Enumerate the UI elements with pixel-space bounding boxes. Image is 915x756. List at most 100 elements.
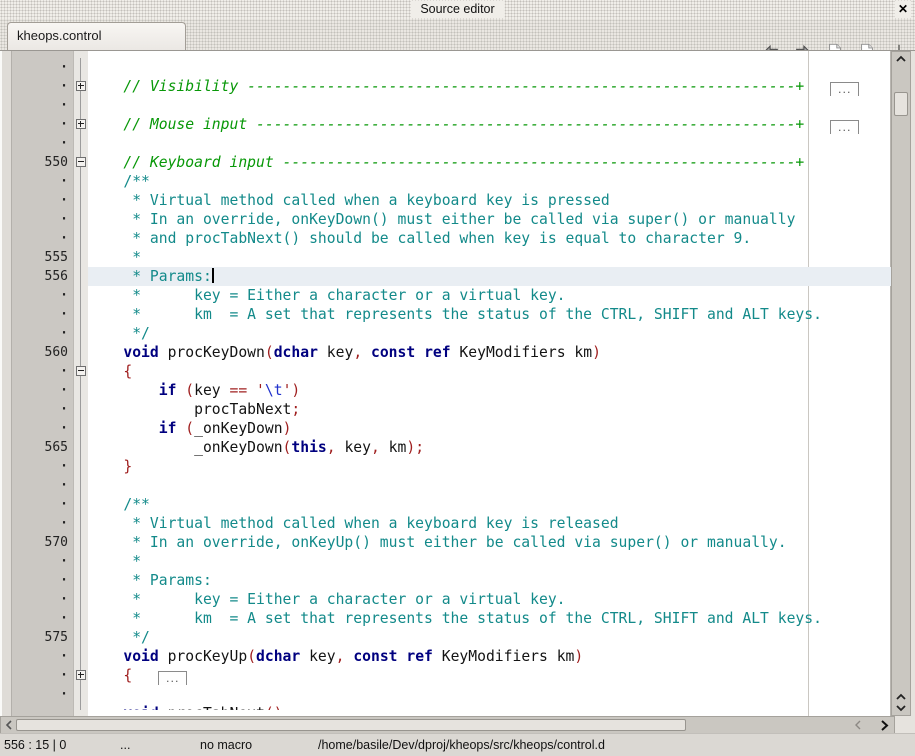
fold-toggle-minus[interactable] bbox=[76, 366, 86, 376]
code-line[interactable]: · } bbox=[12, 457, 891, 476]
code-line[interactable]: · * key = Either a character or a virtua… bbox=[12, 286, 891, 305]
line-dot: · bbox=[12, 495, 74, 514]
code-line[interactable]: · */ bbox=[12, 324, 891, 343]
fold-gutter bbox=[74, 248, 88, 267]
source-editor-window: Source editor ✕ kheops.control bbox=[0, 0, 915, 756]
line-dot: · bbox=[12, 381, 74, 400]
gutter-change-strip bbox=[2, 51, 12, 716]
fold-gutter bbox=[74, 571, 88, 590]
code-line[interactable]: · bbox=[12, 58, 891, 77]
fold-gutter bbox=[74, 476, 88, 495]
horizontal-scrollbar[interactable] bbox=[0, 716, 895, 734]
code-line[interactable]: · // Mouse input -----------------------… bbox=[12, 115, 891, 134]
file-path: /home/basile/Dev/dproj/kheops/src/kheops… bbox=[318, 737, 605, 753]
code-text: {... bbox=[88, 666, 891, 685]
code-line[interactable]: · {... bbox=[12, 666, 891, 685]
code-line[interactable]: 560 void procKeyDown(dchar key, const re… bbox=[12, 343, 891, 362]
code-text: /** bbox=[88, 172, 891, 191]
code-line[interactable]: · * In an override, onKeyDown() must eit… bbox=[12, 210, 891, 229]
caret-position: 556 : 15 | 0 bbox=[4, 737, 66, 753]
fold-toggle-minus[interactable] bbox=[76, 157, 86, 167]
code-text: * and procTabNext() should be called whe… bbox=[88, 229, 891, 248]
code-line[interactable]: · bbox=[12, 96, 891, 115]
code-text: // Visibility --------------------------… bbox=[88, 77, 891, 96]
scrollbar-corner bbox=[895, 716, 915, 734]
code-line[interactable]: · * key = Either a character or a virtua… bbox=[12, 590, 891, 609]
code-line[interactable]: · * Virtual method called when a keyboar… bbox=[12, 191, 891, 210]
fold-gutter bbox=[74, 533, 88, 552]
code-line[interactable]: · bbox=[12, 685, 891, 704]
folded-code-ellipsis[interactable]: ... bbox=[830, 82, 859, 96]
line-dot: · bbox=[12, 172, 74, 191]
code-text: * Virtual method called when a keyboard … bbox=[88, 191, 891, 210]
code-line[interactable]: · // Visibility ------------------------… bbox=[12, 77, 891, 96]
tab-label: kheops.control bbox=[17, 28, 102, 43]
fold-gutter bbox=[74, 685, 88, 704]
code-line[interactable]: · void procKeyUp(dchar key, const ref Ke… bbox=[12, 647, 891, 666]
code-line[interactable]: · bbox=[12, 476, 891, 495]
line-dot: · bbox=[12, 552, 74, 571]
scroll-right-button[interactable] bbox=[878, 717, 891, 733]
fold-gutter bbox=[74, 229, 88, 248]
horizontal-scrollbar-thumb[interactable] bbox=[16, 719, 686, 731]
code-line[interactable]: · * km = A set that represents the statu… bbox=[12, 609, 891, 628]
code-text: // Keyboard input ----------------------… bbox=[88, 153, 891, 172]
code-line[interactable]: · /** bbox=[12, 495, 891, 514]
code-line[interactable]: 565 _onKeyDown(this, key, km); bbox=[12, 438, 891, 457]
code-line[interactable]: 555 * bbox=[12, 248, 891, 267]
fold-toggle-plus[interactable] bbox=[76, 670, 86, 680]
scroll-down-button[interactable] bbox=[892, 702, 910, 714]
code-text: * Params: bbox=[88, 267, 891, 286]
close-window-button[interactable]: ✕ bbox=[895, 1, 911, 18]
line-dot: · bbox=[12, 590, 74, 609]
code-line[interactable]: · procTabNext; bbox=[12, 400, 891, 419]
code-line[interactable]: · * and procTabNext() should be called w… bbox=[12, 229, 891, 248]
line-number: 570 bbox=[12, 533, 74, 552]
code-line[interactable]: · bbox=[12, 134, 891, 153]
code-text: } bbox=[88, 457, 891, 476]
scroll-left-button-right[interactable] bbox=[851, 717, 864, 733]
code-line[interactable]: · * Params: bbox=[12, 571, 891, 590]
status-bar: 556 : 15 | 0 ... no macro /home/basile/D… bbox=[0, 733, 915, 756]
fold-gutter bbox=[74, 210, 88, 229]
line-dot: · bbox=[12, 514, 74, 533]
folded-code-ellipsis[interactable]: ... bbox=[158, 671, 187, 685]
folded-code-ellipsis[interactable]: ... bbox=[830, 120, 859, 134]
window-title: Source editor bbox=[410, 1, 504, 18]
tab-bar: kheops.control bbox=[0, 19, 915, 50]
code-line[interactable]: · * Virtual method called when a keyboar… bbox=[12, 514, 891, 533]
fold-gutter bbox=[74, 134, 88, 153]
line-number: 560 bbox=[12, 343, 74, 362]
fold-gutter bbox=[74, 324, 88, 343]
code-line[interactable]: · * bbox=[12, 552, 891, 571]
code-line[interactable]: · { bbox=[12, 362, 891, 381]
line-dot: · bbox=[12, 96, 74, 115]
code-line[interactable]: · if (_onKeyDown) bbox=[12, 419, 891, 438]
vertical-scrollbar-thumb[interactable] bbox=[894, 92, 908, 116]
code-line[interactable]: 556 * Params: bbox=[12, 267, 891, 286]
fold-toggle-plus[interactable] bbox=[76, 119, 86, 129]
code-editor[interactable]: ·· // Visibility -----------------------… bbox=[0, 50, 915, 734]
code-line[interactable]: · if (key == '\t') bbox=[12, 381, 891, 400]
code-text bbox=[88, 96, 891, 115]
line-dot: · bbox=[12, 571, 74, 590]
code-line[interactable]: · /** bbox=[12, 172, 891, 191]
fold-gutter bbox=[74, 552, 88, 571]
code-line[interactable]: 550 // Keyboard input ------------------… bbox=[12, 153, 891, 172]
code-line[interactable]: 575 */ bbox=[12, 628, 891, 647]
line-dot: · bbox=[12, 704, 74, 710]
line-dot: · bbox=[12, 476, 74, 495]
line-dot: · bbox=[12, 77, 74, 96]
tab-kheops-control[interactable]: kheops.control bbox=[7, 22, 186, 50]
code-text: if (_onKeyDown) bbox=[88, 419, 891, 438]
code-line[interactable]: · void procTabNext() bbox=[12, 704, 891, 710]
scroll-left-button[interactable] bbox=[2, 717, 15, 733]
code-line[interactable]: · * km = A set that represents the statu… bbox=[12, 305, 891, 324]
fold-gutter bbox=[74, 514, 88, 533]
line-dot: · bbox=[12, 685, 74, 704]
fold-toggle-plus[interactable] bbox=[76, 81, 86, 91]
code-line[interactable]: 570 * In an override, onKeyUp() must eit… bbox=[12, 533, 891, 552]
scroll-up-button[interactable] bbox=[892, 53, 910, 65]
line-dot: · bbox=[12, 191, 74, 210]
vertical-scrollbar[interactable] bbox=[891, 51, 911, 716]
